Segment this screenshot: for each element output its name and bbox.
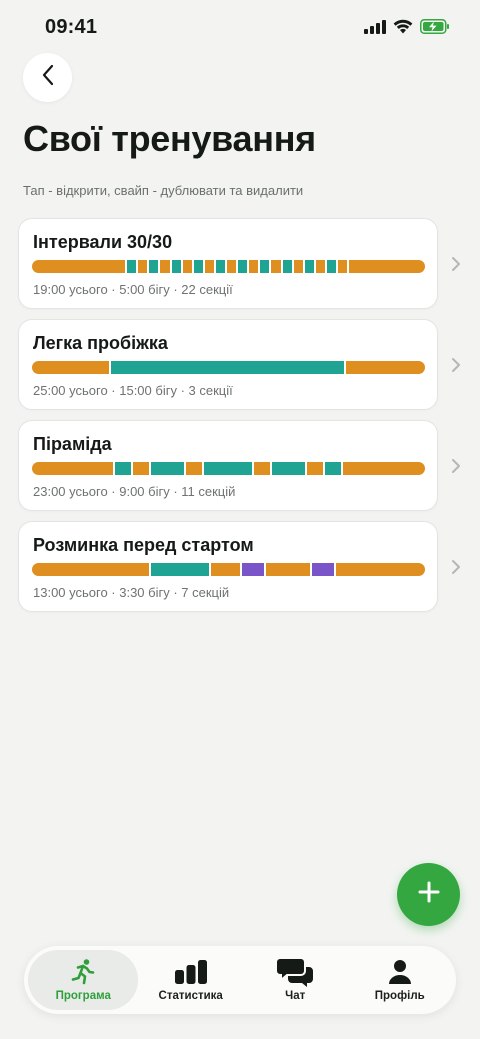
timeline-segment-walk xyxy=(282,260,292,273)
timeline-segment-run xyxy=(306,462,323,475)
battery-charging-icon xyxy=(420,19,450,39)
add-workout-button[interactable] xyxy=(397,863,460,926)
workout-timeline xyxy=(32,361,425,374)
workout-meta: 19:00 усього · 5:00 бігу · 22 секції xyxy=(33,282,233,297)
tab-profile[interactable]: Профіль xyxy=(347,950,452,1010)
timeline-segment-run xyxy=(32,361,109,374)
tab-chat[interactable]: Чат xyxy=(243,950,348,1010)
timeline-segment-run xyxy=(211,563,240,576)
timeline-segment-walk xyxy=(127,260,137,273)
status-time: 09:41 xyxy=(45,16,98,38)
workout-timeline xyxy=(32,563,425,576)
wifi-icon xyxy=(393,19,413,39)
workout-card[interactable]: Піраміда 23:00 усього · 9:00 бігу · 11 с… xyxy=(18,420,438,511)
chevron-right-icon xyxy=(448,355,464,375)
timeline-segment-run xyxy=(185,462,202,475)
timeline-segment-walk xyxy=(203,462,253,475)
timeline-segment-run xyxy=(32,260,126,273)
person-icon xyxy=(388,958,412,986)
timeline-segment-run xyxy=(343,462,425,475)
tab-label: Чат xyxy=(285,990,306,1002)
timeline-segment-walk xyxy=(114,462,132,475)
timeline-segment-run xyxy=(227,260,237,273)
status-icons xyxy=(364,19,450,39)
status-bar: 09:41 xyxy=(0,0,480,56)
bar-chart-icon xyxy=(174,958,208,986)
workout-title: Інтервали 30/30 xyxy=(33,232,173,252)
tab-label: Профіль xyxy=(374,990,425,1002)
page-hint: Тап - відкрити, свайп - дублювати та вид… xyxy=(23,183,304,198)
timeline-segment-walk xyxy=(151,462,184,475)
timeline-segment-run xyxy=(32,462,113,475)
workout-list: Інтервали 30/30 19:00 усього · 5:00 бігу… xyxy=(18,218,462,622)
timeline-segment-run xyxy=(254,462,271,475)
timeline-segment-walk xyxy=(111,361,344,374)
timeline-segment-extra xyxy=(312,563,334,576)
workout-card[interactable]: Інтервали 30/30 19:00 усього · 5:00 бігу… xyxy=(18,218,438,309)
timeline-segment-walk xyxy=(171,260,181,273)
workout-row[interactable]: Легка пробіжка 25:00 усього · 15:00 бігу… xyxy=(18,319,462,420)
timeline-segment-run xyxy=(271,260,281,273)
plus-icon xyxy=(417,880,441,909)
tab-statistics[interactable]: Статистика xyxy=(138,950,243,1010)
timeline-segment-walk xyxy=(324,462,342,475)
workout-meta: 13:00 усього · 3:30 бігу · 7 секцій xyxy=(33,585,230,600)
workout-card[interactable]: Легка пробіжка 25:00 усього · 15:00 бігу… xyxy=(18,319,438,410)
chevron-right-icon xyxy=(448,456,464,476)
timeline-segment-run xyxy=(315,260,326,273)
workout-row[interactable]: Розминка перед стартом 13:00 усього · 3:… xyxy=(18,521,462,622)
tab-label: Програма xyxy=(55,990,111,1002)
timeline-segment-walk xyxy=(238,260,248,273)
workout-meta: 23:00 усього · 9:00 бігу · 11 секцій xyxy=(33,484,236,499)
timeline-segment-walk xyxy=(304,260,314,273)
tab-program[interactable]: Програма xyxy=(28,950,139,1010)
workout-row[interactable]: Інтервали 30/30 19:00 усього · 5:00 бігу… xyxy=(18,218,462,319)
workout-timeline xyxy=(32,462,425,475)
timeline-segment-run xyxy=(293,260,303,273)
timeline-segment-run xyxy=(204,260,214,273)
timeline-segment-walk xyxy=(327,260,337,273)
timeline-segment-run xyxy=(32,563,149,576)
workout-card[interactable]: Розминка перед стартом 13:00 усього · 3:… xyxy=(18,521,438,612)
workout-meta: 25:00 усього · 15:00 бігу · 3 секції xyxy=(33,383,233,398)
back-button[interactable] xyxy=(23,53,72,102)
chat-bubbles-icon xyxy=(276,957,314,987)
timeline-segment-run xyxy=(338,260,348,273)
page-title: Свої тренування xyxy=(23,118,316,159)
signal-icon xyxy=(364,19,386,39)
timeline-segment-walk xyxy=(272,462,305,475)
timeline-segment-run xyxy=(133,462,150,475)
chevron-right-icon xyxy=(448,557,464,577)
timeline-segment-run xyxy=(138,260,148,273)
timeline-segment-walk xyxy=(151,563,209,576)
tab-label: Статистика xyxy=(158,990,223,1002)
timeline-segment-walk xyxy=(260,260,270,273)
chevron-right-icon xyxy=(448,254,464,274)
timeline-segment-run xyxy=(160,260,170,273)
timeline-segment-run xyxy=(266,563,310,576)
timeline-segment-run xyxy=(249,260,259,273)
chevron-left-icon xyxy=(41,64,55,91)
workout-timeline xyxy=(32,260,425,273)
workout-title: Піраміда xyxy=(33,434,112,454)
bottom-tab-bar: Програма Статистика Чат Профіль xyxy=(24,946,456,1014)
timeline-segment-run xyxy=(346,361,425,374)
workout-title: Розминка перед стартом xyxy=(33,535,254,555)
timeline-segment-run xyxy=(336,563,425,576)
timeline-segment-walk xyxy=(149,260,159,273)
timeline-segment-walk xyxy=(215,260,226,273)
timeline-segment-run xyxy=(182,260,192,273)
timeline-segment-extra xyxy=(242,563,264,576)
timeline-segment-run xyxy=(349,260,425,273)
running-person-icon xyxy=(69,958,97,986)
timeline-segment-walk xyxy=(193,260,203,273)
workout-row[interactable]: Піраміда 23:00 усього · 9:00 бігу · 11 с… xyxy=(18,420,462,521)
workout-title: Легка пробіжка xyxy=(33,333,168,353)
